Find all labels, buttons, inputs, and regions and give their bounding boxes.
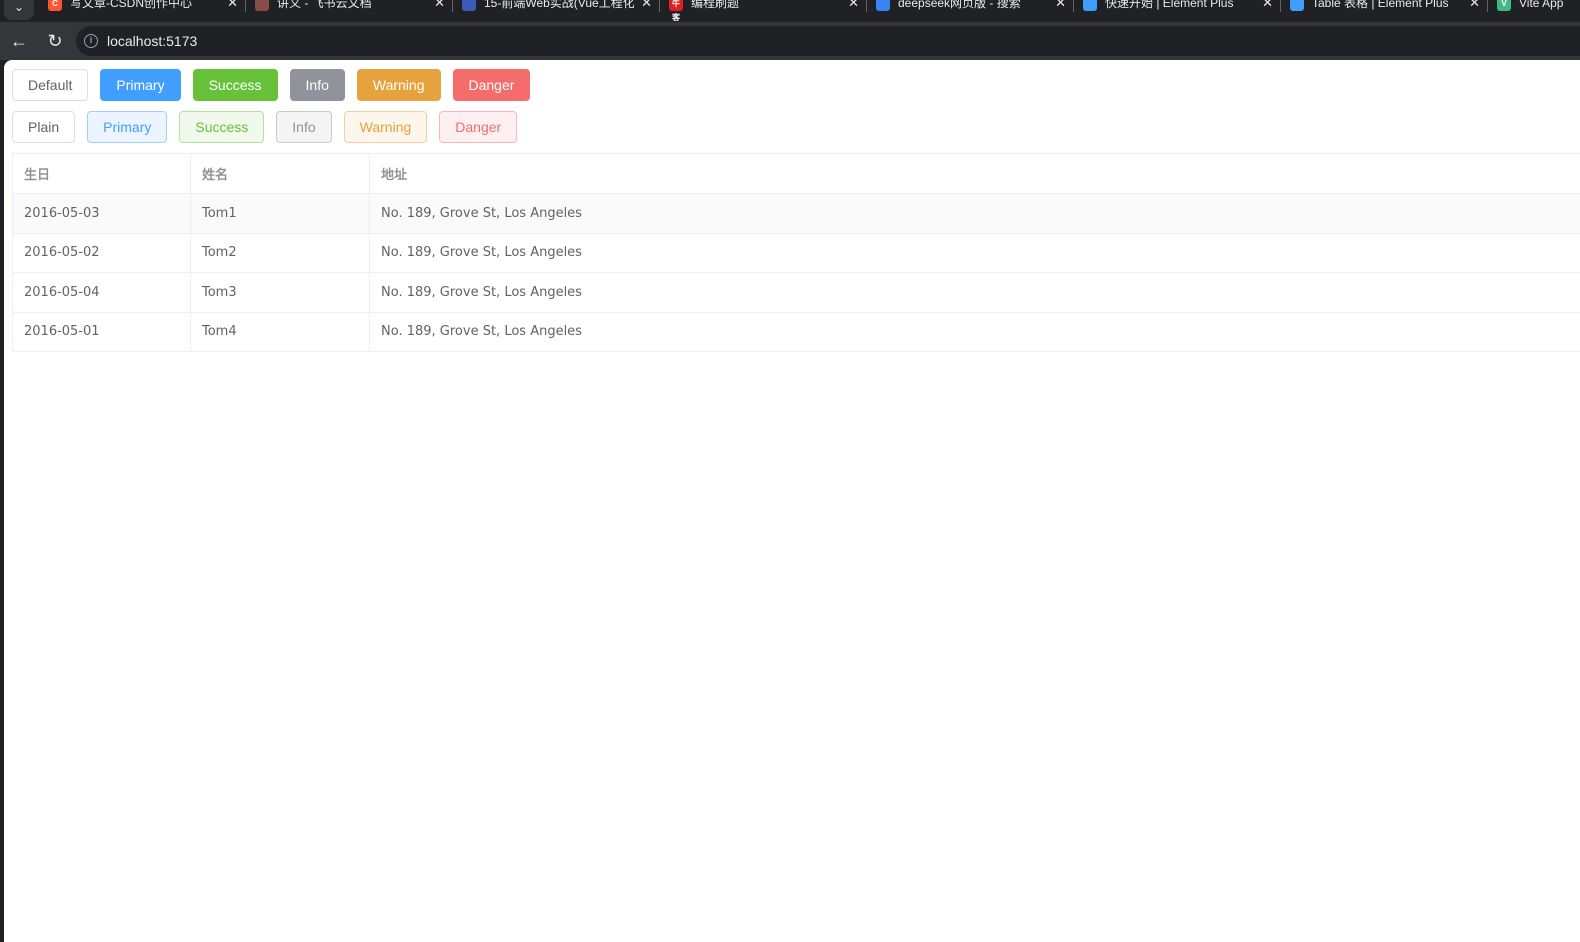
- info-button[interactable]: Info: [289, 69, 345, 101]
- tab-title: 15-前端Web实战(Vue工程化: [484, 0, 634, 10]
- tab-separator: [1073, 0, 1074, 12]
- browser-toolbar: ← ↻ i localhost:5173: [0, 22, 1580, 60]
- cell-address: No. 189, Grove St, Los Angeles: [381, 205, 582, 221]
- table-header-birthday[interactable]: 生日: [13, 154, 191, 193]
- cell-name: Tom2: [191, 233, 370, 272]
- tab-title: Vite App: [1519, 0, 1564, 10]
- browser-tab[interactable]: 15-前端Web实战(Vue工程化 ✕: [454, 0, 660, 20]
- solid-button-row: Default Primary Success Info Warning Danger: [12, 69, 542, 101]
- default-button[interactable]: Default: [12, 69, 89, 101]
- tab-separator: [866, 0, 867, 12]
- tab-separator: [1487, 0, 1488, 12]
- browser-tab[interactable]: C 写文章-CSDN创作中心 ✕: [40, 0, 246, 20]
- tab-separator: [659, 0, 660, 12]
- plain-primary-button[interactable]: Primary: [87, 111, 168, 143]
- tab-separator: [1280, 0, 1281, 12]
- table-row[interactable]: 2016-05-01 Tom4 No. 189, Grove St, Los Ang…: [13, 312, 1580, 352]
- plain-default-button[interactable]: Plain: [12, 111, 76, 143]
- tab-favicon-icon: [1290, 0, 1304, 11]
- browser-tab-strip: ⌄ C 写文章-CSDN创作中心 ✕ 讲义 - 飞书云文档 ✕ 15-前端Web实战(Vu…: [0, 0, 1580, 22]
- tab-favicon-icon: C: [48, 0, 62, 11]
- warning-button[interactable]: Warning: [356, 69, 441, 101]
- arrow-left-icon: ←: [10, 31, 28, 51]
- tab-separator: [452, 0, 453, 12]
- cell-birthday: 2016-05-04: [13, 273, 191, 312]
- address-bar[interactable]: i localhost:5173: [76, 26, 1580, 56]
- primary-button[interactable]: Primary: [100, 69, 181, 101]
- cell-birthday: 2016-05-03: [13, 194, 191, 233]
- browser-tab[interactable]: 快速开始 | Element Plus ✕: [1075, 0, 1281, 20]
- table-row[interactable]: 2016-05-03 Tom1 No. 189, Grove St, Los Ang…: [13, 194, 1580, 234]
- success-button[interactable]: Success: [192, 69, 278, 101]
- cell-address: No. 189, Grove St, Los Angeles: [381, 324, 582, 340]
- plain-danger-button[interactable]: Danger: [439, 111, 518, 143]
- tab-close-icon[interactable]: ✕: [1262, 0, 1273, 11]
- plain-warning-button[interactable]: Warning: [343, 111, 428, 143]
- address-url[interactable]: localhost:5173: [107, 33, 197, 49]
- tab-separator: [245, 0, 246, 12]
- cell-name: Tom3: [191, 273, 370, 312]
- cell-address: No. 189, Grove St, Los Angeles: [381, 284, 582, 300]
- table-body: 2016-05-03 Tom1 No. 189, Grove St, Los Ang…: [13, 194, 1580, 352]
- danger-button[interactable]: Danger: [452, 69, 531, 101]
- chevron-down-icon: ⌄: [13, 0, 25, 14]
- table-header-address[interactable]: 地址: [370, 154, 1580, 193]
- tab-search-dropdown-button[interactable]: ⌄: [4, 0, 34, 20]
- browser-tab[interactable]: 牛客 编程刷题 ✕: [661, 0, 867, 22]
- tab-close-icon[interactable]: ✕: [641, 0, 652, 11]
- reload-icon: ↻: [47, 31, 63, 51]
- tab-title: 快速开始 | Element Plus: [1105, 0, 1234, 10]
- tab-favicon-icon: [876, 0, 890, 11]
- cell-birthday: 2016-05-01: [13, 312, 191, 351]
- reload-button[interactable]: ↻: [44, 30, 66, 52]
- browser-tab[interactable]: VVite App✕: [1489, 0, 1580, 20]
- tab-title: 讲义 - 飞书云文档: [277, 0, 372, 10]
- cell-birthday: 2016-05-02: [13, 233, 191, 272]
- tab-title: Table 表格 | Element Plus: [1312, 0, 1449, 10]
- browser-tab[interactable]: 讲义 - 飞书云文档 ✕: [247, 0, 453, 20]
- tab-favicon-icon: [462, 0, 476, 11]
- cell-name: Tom1: [191, 194, 370, 233]
- tab-title: deepseek网页版 - 搜索: [898, 0, 1021, 10]
- tab-close-icon[interactable]: ✕: [227, 0, 238, 11]
- info-icon[interactable]: i: [84, 34, 98, 48]
- tab-close-icon[interactable]: ✕: [434, 0, 445, 11]
- tab-favicon-icon: [1083, 0, 1097, 11]
- plain-success-button[interactable]: Success: [179, 111, 265, 143]
- tab-favicon-icon: V: [1497, 0, 1511, 11]
- table-header-name[interactable]: 姓名: [191, 154, 370, 193]
- tab-title: 写文章-CSDN创作中心: [70, 0, 192, 10]
- tab-close-icon[interactable]: ✕: [1055, 0, 1066, 11]
- back-button[interactable]: ←: [8, 30, 30, 52]
- table-header-row: 生日 姓名 地址: [13, 154, 1580, 194]
- table-row[interactable]: 2016-05-02 Tom2 No. 189, Grove St, Los Ang…: [13, 233, 1580, 273]
- page-content: Default Primary Success Info Warning Danger P…: [4, 60, 1580, 942]
- plain-info-button[interactable]: Info: [276, 111, 332, 143]
- browser-tab[interactable]: Table 表格 | Element Plus ✕: [1282, 0, 1488, 20]
- tab-close-icon[interactable]: ✕: [848, 0, 859, 11]
- tab-favicon-icon: 牛客: [669, 0, 683, 22]
- cell-address: No. 189, Grove St, Los Angeles: [381, 245, 582, 261]
- cell-name: Tom4: [191, 312, 370, 351]
- plain-button-row: Plain Primary Success Info Warning Danger: [12, 111, 529, 143]
- tab-favicon-icon: [255, 0, 269, 11]
- data-table: 生日 姓名 地址 2016-05-03 Tom1 No. 189, Grove St…: [12, 153, 1580, 352]
- table-row[interactable]: 2016-05-04 Tom3 No. 189, Grove St, Los Ang…: [13, 273, 1580, 313]
- tab-close-icon[interactable]: ✕: [1469, 0, 1480, 11]
- browser-tab[interactable]: deepseek网页版 - 搜索 ✕: [868, 0, 1074, 20]
- tab-title: 编程刷题: [691, 0, 740, 10]
